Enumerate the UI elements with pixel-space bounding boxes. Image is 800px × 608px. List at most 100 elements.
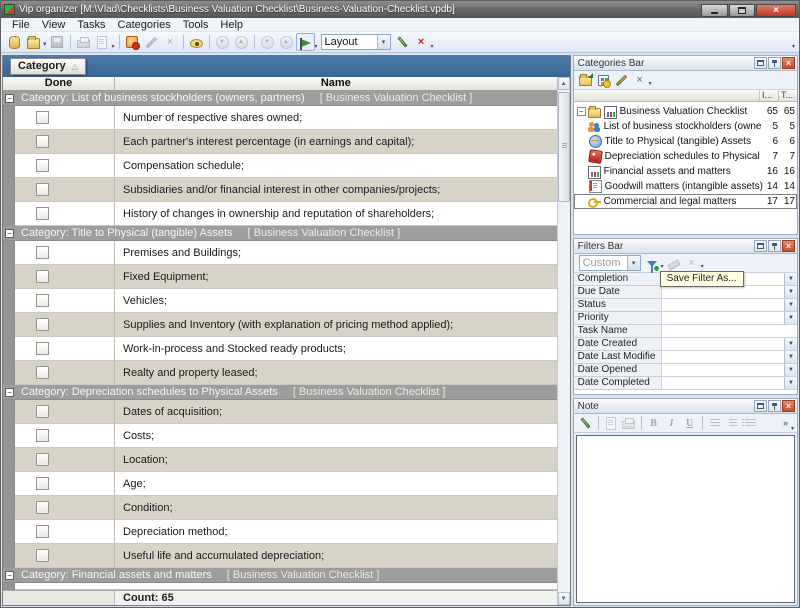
note-editor[interactable] — [576, 435, 795, 603]
task-checkbox[interactable] — [36, 183, 49, 196]
filter-value[interactable] — [662, 351, 784, 363]
task-checkbox[interactable] — [36, 294, 49, 307]
scroll-down-button[interactable]: ▼ — [558, 592, 570, 605]
task-checkbox[interactable] — [36, 111, 49, 124]
align-left-button[interactable] — [706, 415, 724, 431]
task-row[interactable]: Number of respective shares owned; — [3, 106, 557, 130]
bold-button[interactable]: B — [645, 415, 663, 431]
delete-filter-button[interactable]: × — [683, 255, 701, 271]
title-bar[interactable]: Vip organizer [M:\Vlad\Checklists\Busine… — [1, 1, 799, 18]
scrollbar-thumb[interactable] — [558, 92, 570, 202]
task-checkbox[interactable] — [36, 270, 49, 283]
print-overflow-arrow[interactable]: ▾ — [112, 43, 115, 50]
filter-value[interactable] — [662, 312, 784, 324]
underline-button[interactable]: U — [681, 415, 699, 431]
filters-maximize-button[interactable] — [754, 240, 767, 252]
task-row[interactable]: Fixed Equipment; — [3, 265, 557, 289]
task-row[interactable]: Supplies and Inventory (with explanation… — [3, 313, 557, 337]
category-group-header[interactable]: − Category: Title to Physical (tangible)… — [3, 226, 557, 241]
layout-overflow-arrow[interactable]: ▾ — [315, 43, 318, 50]
category-group-header[interactable]: − Category: Financial assets and matters… — [3, 568, 557, 583]
task-row[interactable]: Work-in-process and Stocked ready produc… — [3, 337, 557, 361]
edit-task-button[interactable] — [142, 33, 161, 51]
collapse-group-icon[interactable]: − — [5, 229, 14, 238]
task-row[interactable]: Condition; — [3, 496, 557, 520]
filter-dropdown-button[interactable]: ▼ — [784, 351, 797, 363]
note-titlebar[interactable]: Note × — [574, 399, 797, 414]
task-checkbox[interactable] — [36, 429, 49, 442]
filters-pin-button[interactable] — [768, 240, 781, 252]
task-checkbox[interactable] — [36, 453, 49, 466]
filter-dropdown-button[interactable]: ▼ — [784, 312, 797, 324]
expand-all-button[interactable]: ▼ — [258, 33, 277, 51]
note-close-button[interactable]: × — [782, 400, 795, 412]
filter-dropdown-button[interactable]: ▼ — [784, 364, 797, 376]
save-filter-arrow[interactable]: ▾ — [661, 263, 664, 270]
edit-category-button[interactable] — [613, 72, 631, 88]
filter-row[interactable]: Status▼ — [574, 299, 797, 312]
note-more-buttons-chevron[interactable]: » — [783, 418, 788, 428]
align-center-button[interactable] — [724, 415, 742, 431]
menu-view[interactable]: View — [36, 18, 72, 32]
open-database-button[interactable] — [24, 33, 43, 51]
minimize-button[interactable] — [701, 4, 728, 17]
note-pin-button[interactable] — [768, 400, 781, 412]
print-button[interactable] — [74, 33, 93, 51]
new-category-button[interactable] — [577, 72, 595, 88]
task-checkbox[interactable] — [36, 318, 49, 331]
filter-value[interactable] — [662, 325, 797, 337]
task-checkbox[interactable] — [36, 477, 49, 490]
clear-filter-fields-button[interactable] — [665, 255, 683, 271]
task-row[interactable]: Premises and Buildings; — [3, 241, 557, 265]
filter-preset-combobox[interactable]: Custom ▾ — [579, 255, 641, 271]
categories-pin-button[interactable] — [768, 57, 781, 69]
filter-value[interactable] — [662, 364, 784, 376]
filter-dropdown-button[interactable]: ▼ — [784, 286, 797, 298]
note-print-button[interactable] — [620, 415, 638, 431]
column-header-done[interactable]: Done — [3, 77, 115, 90]
filter-row[interactable]: Date Completed▼ — [574, 377, 797, 390]
task-checkbox[interactable] — [36, 525, 49, 538]
menu-file[interactable]: File — [6, 18, 36, 32]
task-checkbox[interactable] — [36, 159, 49, 172]
task-row[interactable]: Each partner's interest percentage (in e… — [3, 130, 557, 154]
filters-close-button[interactable]: × — [782, 240, 795, 252]
layout-combobox-arrow[interactable]: ▾ — [377, 35, 390, 49]
category-group-header[interactable]: − Category: Depreciation schedules to Ph… — [3, 385, 557, 400]
filter-value[interactable] — [662, 299, 784, 311]
filter-row[interactable]: Date Opened▼ — [574, 364, 797, 377]
delete-category-button[interactable]: × — [631, 72, 649, 88]
task-row[interactable]: Costs; — [3, 424, 557, 448]
filter-row[interactable]: Date Last Modifie▼ — [574, 351, 797, 364]
filter-overflow-arrow[interactable]: ▾ — [431, 43, 434, 50]
toolbar-overflow-arrow[interactable]: ▾ — [792, 43, 795, 50]
move-down-button[interactable]: ▼ — [213, 33, 232, 51]
task-checkbox[interactable] — [36, 135, 49, 148]
tree-item-selected[interactable]: Commercial and legal matters 17 17 — [574, 194, 797, 209]
new-database-button[interactable] — [5, 33, 24, 51]
collapse-group-icon[interactable]: − — [5, 571, 14, 580]
save-filter-button[interactable] — [643, 255, 661, 271]
filter-value[interactable] — [662, 338, 784, 350]
tree-expand-icon[interactable]: − — [577, 107, 586, 116]
print-preview-button[interactable] — [93, 33, 112, 51]
filter-row[interactable]: Priority▼ — [574, 312, 797, 325]
filter-dropdown-button[interactable]: ▼ — [784, 377, 797, 389]
task-row[interactable]: Vehicles; — [3, 289, 557, 313]
filters-bar-titlebar[interactable]: Filters Bar × — [574, 239, 797, 254]
task-row[interactable]: Dates of acquisition; — [3, 400, 557, 424]
task-checkbox[interactable] — [36, 501, 49, 514]
collapse-group-icon[interactable]: − — [5, 388, 14, 397]
clear-filter-button[interactable]: × — [412, 33, 431, 51]
filter-dropdown-button[interactable]: ▼ — [784, 299, 797, 311]
task-checkbox[interactable] — [36, 207, 49, 220]
collapse-group-icon[interactable]: − — [5, 94, 14, 103]
tree-item-root[interactable]: − Business Valuation Checklist 65 65 — [574, 104, 797, 119]
group-by-category-button[interactable]: Category △ — [10, 58, 86, 75]
task-row[interactable]: Location; — [3, 448, 557, 472]
maximize-button[interactable] — [729, 4, 755, 17]
apply-filter-button[interactable] — [393, 33, 412, 51]
task-checkbox[interactable] — [36, 549, 49, 562]
move-up-button[interactable]: ▲ — [232, 33, 251, 51]
open-dropdown-arrow[interactable]: ▾ — [43, 40, 47, 48]
